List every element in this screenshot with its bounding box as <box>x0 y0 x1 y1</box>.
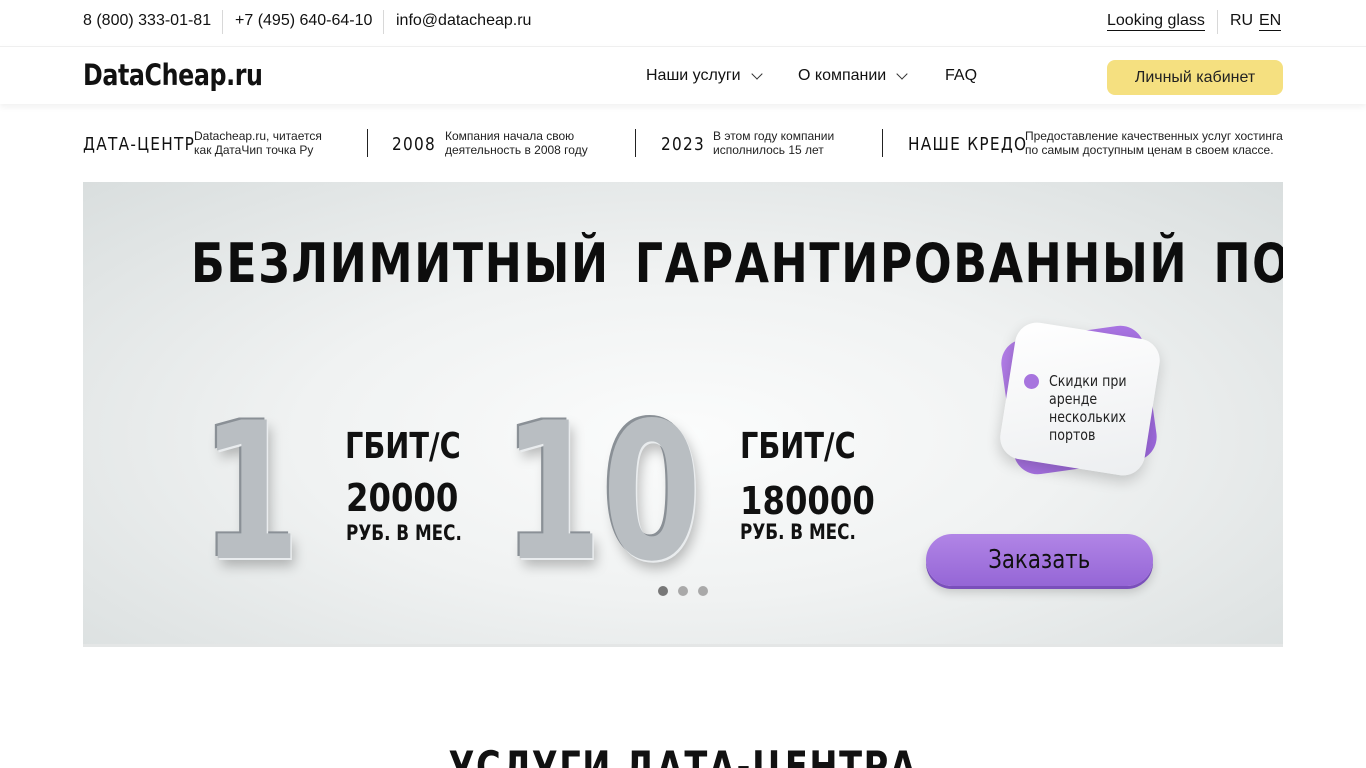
chevron-down-icon <box>896 67 908 80</box>
fact-description: Datacheap.ru, читается как ДатаЧип точка… <box>194 129 322 157</box>
fact-heading: ДАТА-ЦЕНТР <box>83 134 196 155</box>
divider <box>367 129 368 157</box>
looking-glass-link[interactable]: Looking glass <box>1107 12 1205 31</box>
promo-text: Скидки при аренде нескольких портов <box>1049 372 1127 444</box>
nav-services[interactable]: Наши услуги <box>646 67 763 85</box>
email-link[interactable]: info@datacheap.ru <box>396 12 531 30</box>
chevron-down-icon <box>750 67 763 80</box>
main-header: DataCheap.ru Наши услуги О компании FAQ … <box>0 46 1366 104</box>
fact-heading: 2023 <box>661 134 706 155</box>
divider <box>882 129 883 157</box>
speed-unit-1: ГБИТ/С <box>345 426 461 467</box>
divider <box>383 10 384 34</box>
nav-faq[interactable]: FAQ <box>945 67 977 85</box>
fact-line: Компания начала свою <box>445 129 575 143</box>
bullet-dot-icon <box>1024 374 1039 389</box>
fact-line: по самым доступным ценам в своем классе. <box>1025 143 1274 157</box>
banner-shadow <box>83 644 1283 647</box>
speed-number-1: 1 <box>201 382 301 603</box>
lang-ru[interactable]: RU <box>1230 12 1253 30</box>
nav-about-label: О компании <box>798 67 887 84</box>
divider <box>1217 10 1218 34</box>
personal-cabinet-button[interactable]: Личный кабинет <box>1107 60 1283 95</box>
fact-line: В этом году компании <box>713 129 835 143</box>
price-1: 20000 <box>346 476 459 520</box>
speed-number-10: 10 <box>503 382 702 603</box>
fact-heading: 2008 <box>392 134 437 155</box>
fact-line: Datacheap.ru, читается <box>194 129 322 143</box>
slider-dot-1[interactable] <box>658 586 668 596</box>
slider-dot-3[interactable] <box>698 586 708 596</box>
phone-link-2[interactable]: +7 (495) 640-64-10 <box>235 12 372 30</box>
speed-unit-10: ГБИТ/С <box>740 426 856 467</box>
order-button[interactable]: Заказать <box>926 534 1153 586</box>
divider <box>635 129 636 157</box>
nav-about[interactable]: О компании <box>798 67 908 85</box>
fact-description: Компания начала свою деятельность в 2008… <box>445 129 588 157</box>
order-button-label: Заказать <box>988 545 1091 575</box>
facts-strip: ДАТА-ЦЕНТР Datacheap.ru, читается как Да… <box>0 104 1366 182</box>
phone-link-1[interactable]: 8 (800) 333-01-81 <box>83 12 211 30</box>
price-period-10: РУБ. В МЕС. <box>740 520 856 544</box>
divider <box>222 10 223 34</box>
banner-headline: БЕЗЛИМИТНЫЙ ГАРАНТИРОВАННЫЙ ПОРТ <box>191 232 1283 295</box>
fact-line: как ДатаЧип точка Ру <box>194 143 314 157</box>
price-period-1: РУБ. В МЕС. <box>346 521 462 545</box>
price-10: 180000 <box>740 479 875 523</box>
nav-services-label: Наши услуги <box>646 67 741 84</box>
lang-en[interactable]: EN <box>1259 12 1282 31</box>
fact-line: исполнилось 15 лет <box>713 143 824 157</box>
hero-banner[interactable]: БЕЗЛИМИТНЫЙ ГАРАНТИРОВАННЫЙ ПОРТ 1 ГБИТ/… <box>83 182 1283 644</box>
fact-line: Предоставление качественных услуг хостин… <box>1025 129 1283 143</box>
contact-bar: 8 (800) 333-01-81 +7 (495) 640-64-10 inf… <box>0 0 1366 46</box>
nav-faq-label: FAQ <box>945 67 978 84</box>
fact-description: В этом году компании исполнилось 15 лет <box>713 129 834 157</box>
site-logo[interactable]: DataCheap.ru <box>83 58 263 92</box>
fact-heading: НАШЕ КРЕДО <box>908 134 1028 155</box>
section-title: УСЛУГИ ДАТА-ЦЕНТРА <box>448 742 918 768</box>
fact-line: деятельность в 2008 году <box>445 143 588 157</box>
slider-dot-2[interactable] <box>678 586 688 596</box>
fact-description: Предоставление качественных услуг хостин… <box>1025 129 1283 157</box>
